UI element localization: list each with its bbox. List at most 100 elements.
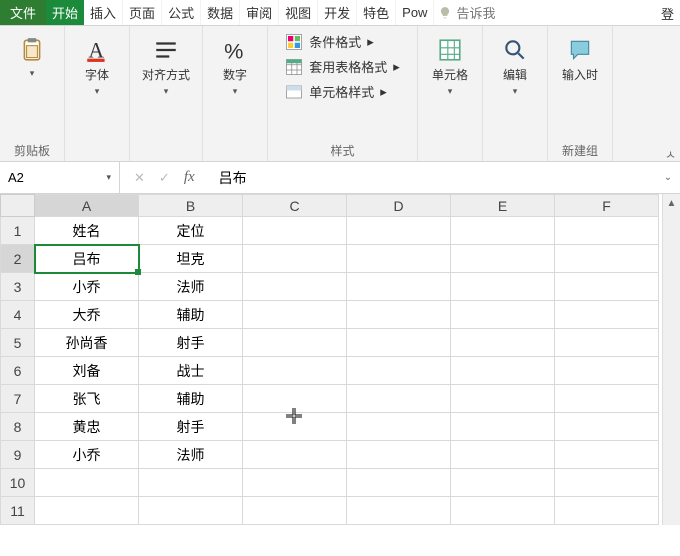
cell-D7[interactable] xyxy=(347,385,451,413)
cell-A4[interactable]: 大乔 xyxy=(35,301,139,329)
cell-B11[interactable] xyxy=(139,497,243,525)
tab-data[interactable]: 数据 xyxy=(201,0,240,25)
cell-B3[interactable]: 法师 xyxy=(139,273,243,301)
cell-C6[interactable] xyxy=(243,357,347,385)
row-header-10[interactable]: 10 xyxy=(1,469,35,497)
cell-F10[interactable] xyxy=(555,469,659,497)
col-header-F[interactable]: F xyxy=(555,195,659,217)
cell-F2[interactable] xyxy=(555,245,659,273)
cell-A5[interactable]: 孙尚香 xyxy=(35,329,139,357)
row-header-9[interactable]: 9 xyxy=(1,441,35,469)
cell-E2[interactable] xyxy=(451,245,555,273)
name-box[interactable]: A2 ▾ xyxy=(0,162,120,193)
tab-dev[interactable]: 开发 xyxy=(318,0,357,25)
formula-input[interactable] xyxy=(209,162,656,193)
row-header-2[interactable]: 2 xyxy=(1,245,35,273)
cell-E11[interactable] xyxy=(451,497,555,525)
cell-D2[interactable] xyxy=(347,245,451,273)
cell-C11[interactable] xyxy=(243,497,347,525)
row-header-6[interactable]: 6 xyxy=(1,357,35,385)
cell-B4[interactable]: 辅助 xyxy=(139,301,243,329)
cell-D10[interactable] xyxy=(347,469,451,497)
cell-C9[interactable] xyxy=(243,441,347,469)
fx-icon[interactable]: fx xyxy=(184,169,195,186)
cell-B1[interactable]: 定位 xyxy=(139,217,243,245)
cell-F8[interactable] xyxy=(555,413,659,441)
row-header-4[interactable]: 4 xyxy=(1,301,35,329)
cell-D3[interactable] xyxy=(347,273,451,301)
cell-B5[interactable]: 射手 xyxy=(139,329,243,357)
cell-B8[interactable]: 射手 xyxy=(139,413,243,441)
cell-F4[interactable] xyxy=(555,301,659,329)
cell-A7[interactable]: 张飞 xyxy=(35,385,139,413)
cell-C4[interactable] xyxy=(243,301,347,329)
cell-C10[interactable] xyxy=(243,469,347,497)
cell-E4[interactable] xyxy=(451,301,555,329)
cell-B9[interactable]: 法师 xyxy=(139,441,243,469)
cell-F6[interactable] xyxy=(555,357,659,385)
row-header-5[interactable]: 5 xyxy=(1,329,35,357)
cell-F3[interactable] xyxy=(555,273,659,301)
cell-A2[interactable]: 吕布 xyxy=(35,245,139,273)
cell-E3[interactable] xyxy=(451,273,555,301)
row-header-11[interactable]: 11 xyxy=(1,497,35,525)
cell-E5[interactable] xyxy=(451,329,555,357)
cell-C7[interactable] xyxy=(243,385,347,413)
cancel-icon[interactable]: ✕ xyxy=(134,170,145,186)
cell-D6[interactable] xyxy=(347,357,451,385)
cell-E7[interactable] xyxy=(451,385,555,413)
cell-D9[interactable] xyxy=(347,441,451,469)
cell-D11[interactable] xyxy=(347,497,451,525)
cell-C5[interactable] xyxy=(243,329,347,357)
row-header-3[interactable]: 3 xyxy=(1,273,35,301)
cell-E9[interactable] xyxy=(451,441,555,469)
tab-view[interactable]: 视图 xyxy=(279,0,318,25)
cell-C1[interactable] xyxy=(243,217,347,245)
cell-E6[interactable] xyxy=(451,357,555,385)
paste-button[interactable]: ▾ xyxy=(8,32,56,83)
cell-A6[interactable]: 刘备 xyxy=(35,357,139,385)
cell-A9[interactable]: 小乔 xyxy=(35,441,139,469)
cell-A11[interactable] xyxy=(35,497,139,525)
file-tab[interactable]: 文件 xyxy=(0,0,46,25)
row-header-8[interactable]: 8 xyxy=(1,413,35,441)
col-header-B[interactable]: B xyxy=(139,195,243,217)
cell-B2[interactable]: 坦克 xyxy=(139,245,243,273)
row-header-7[interactable]: 7 xyxy=(1,385,35,413)
cell-E10[interactable] xyxy=(451,469,555,497)
cell-E8[interactable] xyxy=(451,413,555,441)
table-format-button[interactable]: 套用表格格式▸ xyxy=(285,57,400,76)
conditional-format-button[interactable]: 条件格式▸ xyxy=(285,32,374,51)
cell-C2[interactable] xyxy=(243,245,347,273)
number-button[interactable]: % 数字 ▾ xyxy=(211,32,259,101)
cell-F9[interactable] xyxy=(555,441,659,469)
editing-button[interactable]: 编辑 ▾ xyxy=(491,32,539,101)
tab-formulas[interactable]: 公式 xyxy=(162,0,201,25)
cell-A8[interactable]: 黄忠 xyxy=(35,413,139,441)
confirm-icon[interactable]: ✓ xyxy=(159,170,170,186)
scroll-up-icon[interactable]: ▲ xyxy=(663,194,680,212)
formula-expand-button[interactable]: ⌄ xyxy=(656,172,680,183)
cell-D4[interactable] xyxy=(347,301,451,329)
cell-F11[interactable] xyxy=(555,497,659,525)
cell-B10[interactable] xyxy=(139,469,243,497)
row-header-1[interactable]: 1 xyxy=(1,217,35,245)
cell-B6[interactable]: 战士 xyxy=(139,357,243,385)
tab-power[interactable]: Pow xyxy=(396,0,434,25)
cell-A10[interactable] xyxy=(35,469,139,497)
tell-me[interactable]: 告诉我 xyxy=(438,0,495,25)
select-all-corner[interactable] xyxy=(1,195,35,217)
cell-D5[interactable] xyxy=(347,329,451,357)
cell-C3[interactable] xyxy=(243,273,347,301)
cell-A1[interactable]: 姓名 xyxy=(35,217,139,245)
font-button[interactable]: A 字体 ▾ xyxy=(73,32,121,101)
cell-E1[interactable] xyxy=(451,217,555,245)
tab-review[interactable]: 审阅 xyxy=(240,0,279,25)
cell-style-button[interactable]: 单元格样式▸ xyxy=(285,82,387,101)
cell-C8[interactable] xyxy=(243,413,347,441)
tab-insert[interactable]: 插入 xyxy=(84,0,123,25)
col-header-D[interactable]: D xyxy=(347,195,451,217)
insert-time-button[interactable]: 输入时 xyxy=(556,32,604,86)
col-header-A[interactable]: A xyxy=(35,195,139,217)
vertical-scrollbar[interactable]: ▲ xyxy=(662,194,680,525)
